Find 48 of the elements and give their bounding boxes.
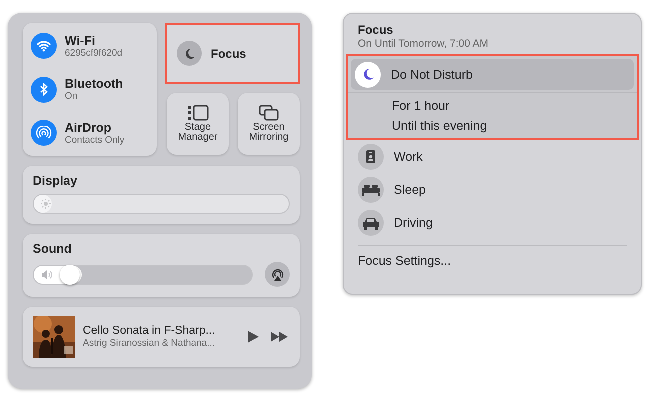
toggle-title: Wi-Fi	[65, 34, 96, 48]
screen-mirroring-tile[interactable]: Screen Mirroring	[238, 93, 300, 155]
wifi-icon	[37, 40, 51, 52]
bluetooth-icon	[40, 83, 48, 96]
moon-icon	[355, 62, 381, 88]
sun-icon	[41, 199, 51, 209]
play-icon[interactable]	[248, 331, 259, 343]
mode-label: Do Not Disturb	[391, 68, 473, 82]
airdrop-toggle[interactable]	[31, 120, 57, 146]
focus-mode-item[interactable]: Sleep	[344, 174, 641, 206]
bed-icon	[362, 184, 380, 196]
screen-mirroring-icon	[259, 104, 279, 120]
focus-mode-item[interactable]: Work	[344, 141, 641, 173]
toggle-status: On	[65, 91, 79, 102]
moon-icon	[177, 41, 202, 66]
toggle-status: 6295cf9f620d	[65, 48, 123, 58]
mode-label: Driving	[394, 216, 433, 230]
mode-label: Work	[394, 150, 423, 164]
brightness-slider[interactable]	[33, 194, 290, 214]
section-title: Sound	[33, 242, 73, 256]
duration-option[interactable]: For 1 hour	[392, 99, 637, 113]
bluetooth-toggle[interactable]	[31, 76, 57, 102]
do-not-disturb-item[interactable]: Do Not Disturb	[351, 59, 634, 90]
car-icon	[362, 216, 380, 230]
toggle-title: Bluetooth	[65, 77, 124, 91]
section-title: Display	[33, 174, 78, 188]
focus-mode-item[interactable]: Driving	[344, 207, 641, 239]
volume-slider[interactable]	[33, 264, 253, 284]
badge-icon	[366, 150, 376, 164]
volume-thumb[interactable]	[60, 264, 80, 284]
menu-title: Focus	[357, 23, 394, 37]
track-title: Cello Sonata in F-Sharp...	[83, 325, 216, 337]
mode-label: Sleep	[394, 183, 426, 197]
menu-subtitle: On Until Tomorrow, 7:00 AM	[357, 37, 490, 52]
airdrop-icon	[36, 126, 52, 140]
airplay-button[interactable]	[265, 262, 290, 287]
focus-tile[interactable]: Focus	[165, 23, 300, 84]
stage-manager-icon	[187, 104, 209, 120]
speaker-icon	[41, 270, 53, 280]
duration-option[interactable]: Until this evening	[392, 119, 637, 133]
track-artist: Astrig Siranossian & Nathana...	[83, 338, 216, 349]
focus-settings-item[interactable]: Focus Settings...	[344, 254, 641, 268]
stage-manager-tile[interactable]: Stage Manager	[167, 93, 229, 155]
airplay-icon	[270, 268, 284, 282]
wifi-toggle[interactable]	[31, 33, 57, 59]
fast-forward-icon[interactable]	[271, 332, 288, 342]
toggle-status: Contacts Only	[65, 134, 125, 146]
toggle-title: AirDrop	[65, 120, 112, 134]
